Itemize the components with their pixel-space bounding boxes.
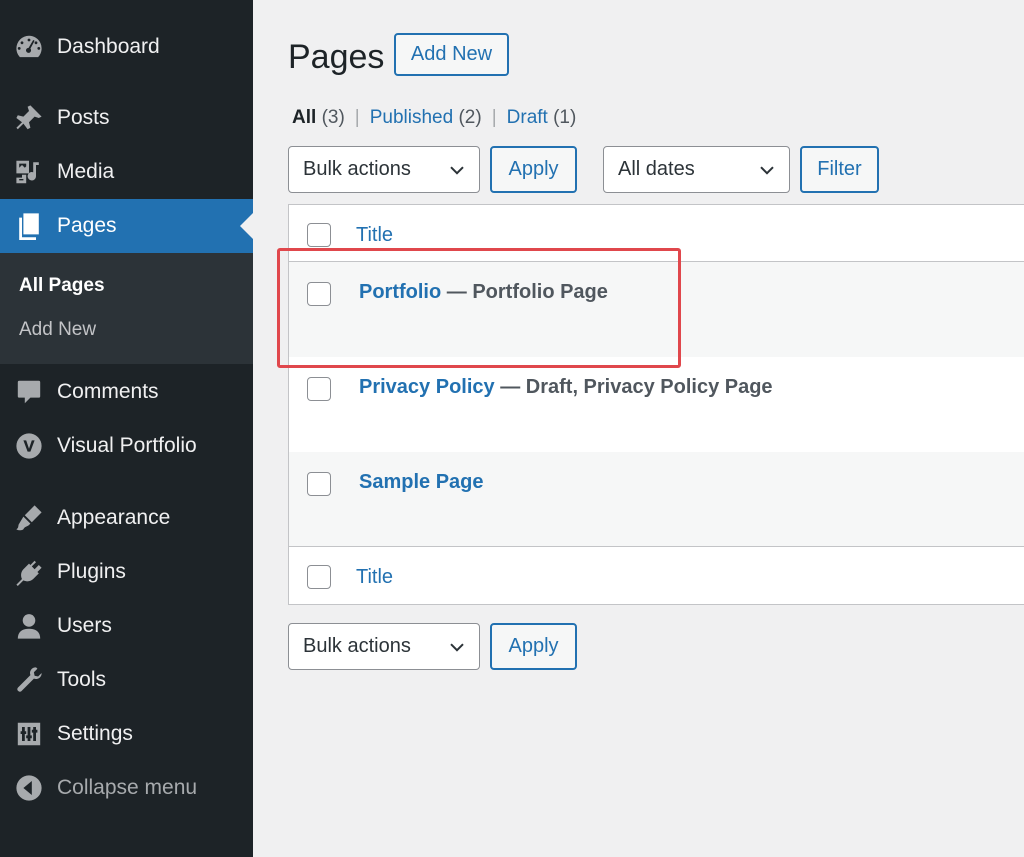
menu-label: Visual Portfolio — [57, 434, 197, 457]
pages-submenu: All Pages Add New — [0, 253, 253, 364]
filter-all[interactable]: All — [292, 107, 316, 129]
bulk-actions-value: Bulk actions — [303, 635, 411, 657]
collapse-arrow-icon — [14, 773, 44, 803]
menu-item-users[interactable]: Users — [0, 599, 253, 653]
menu-label: Users — [57, 614, 112, 637]
pages-icon — [14, 211, 44, 241]
menu-item-tools[interactable]: Tools — [0, 653, 253, 707]
page-title-link[interactable]: Sample Page — [359, 471, 484, 493]
menu-item-posts[interactable]: Posts — [0, 91, 253, 145]
menu-label: Collapse menu — [57, 776, 198, 799]
menu-label: Posts — [57, 106, 110, 129]
media-icon — [14, 157, 44, 187]
apply-button-bottom[interactable]: Apply — [490, 623, 577, 670]
menu-label: Tools — [57, 668, 107, 691]
filter-draft-count: (1) — [553, 107, 577, 128]
status-filter-links: All (3) | Published (2) | Draft (1) — [292, 107, 576, 129]
select-all-checkbox-footer[interactable] — [307, 565, 331, 589]
chevron-down-icon — [449, 161, 465, 177]
visual-portfolio-icon — [14, 431, 44, 461]
wrench-icon — [14, 665, 44, 695]
menu-label: Media — [57, 160, 115, 183]
filter-published[interactable]: Published — [370, 107, 453, 129]
row-title: Sample Page — [359, 471, 484, 494]
bulk-actions-select[interactable]: Bulk actions — [288, 146, 480, 193]
post-state: — Draft, Privacy Policy Page — [494, 376, 773, 398]
menu-item-comments[interactable]: Comments — [0, 365, 253, 419]
bulk-actions-select-bottom[interactable]: Bulk actions — [288, 623, 480, 670]
filter-button[interactable]: Filter — [800, 146, 879, 193]
add-new-button[interactable]: Add New — [394, 33, 509, 76]
filter-draft[interactable]: Draft — [507, 107, 548, 129]
chevron-down-icon — [449, 638, 465, 654]
column-title-sort[interactable]: Title — [356, 224, 393, 247]
dates-filter-value: All dates — [618, 158, 695, 180]
menu-item-pages[interactable]: Pages — [0, 199, 253, 253]
admin-sidebar: Dashboard Posts Media Pages All Pages Ad… — [0, 0, 253, 857]
comment-icon — [14, 377, 44, 407]
submenu-all-pages[interactable]: All Pages — [19, 275, 105, 297]
plugin-icon — [14, 557, 44, 587]
menu-label: Comments — [57, 380, 159, 403]
menu-label: Plugins — [57, 560, 126, 583]
submenu-add-new[interactable]: Add New — [19, 319, 96, 341]
row-checkbox[interactable] — [307, 472, 331, 496]
table-row: Portfolio — Portfolio Page — [289, 262, 1024, 357]
brush-icon — [14, 503, 44, 533]
main-content: Pages Add New All (3) | Published (2) | … — [253, 0, 1024, 857]
row-title: Privacy Policy — Draft, Privacy Policy P… — [359, 376, 773, 399]
menu-label: Dashboard — [57, 35, 160, 58]
table-footer-row: Title — [289, 547, 1024, 604]
filter-separator: | — [354, 107, 360, 128]
column-title-sort-footer[interactable]: Title — [356, 566, 393, 589]
menu-label: Appearance — [57, 506, 171, 529]
chevron-down-icon — [759, 161, 775, 177]
menu-label: Pages — [57, 214, 117, 237]
settings-sliders-icon — [14, 719, 44, 749]
table-row: Sample Page — [289, 452, 1024, 547]
pages-table: Title Portfolio — Portfolio Page Privacy… — [288, 204, 1024, 605]
user-icon — [14, 611, 44, 641]
row-checkbox[interactable] — [307, 377, 331, 401]
filter-published-count: (2) — [458, 107, 482, 128]
post-state: — Portfolio Page — [441, 281, 608, 303]
menu-item-settings[interactable]: Settings — [0, 707, 253, 761]
row-checkbox[interactable] — [307, 282, 331, 306]
menu-item-plugins[interactable]: Plugins — [0, 545, 253, 599]
menu-item-dashboard[interactable]: Dashboard — [0, 20, 253, 74]
page-title-link[interactable]: Privacy Policy — [359, 376, 495, 398]
row-title: Portfolio — Portfolio Page — [359, 281, 608, 304]
table-row: Privacy Policy — Draft, Privacy Policy P… — [289, 357, 1024, 452]
filter-separator: | — [491, 107, 497, 128]
apply-button[interactable]: Apply — [490, 146, 577, 193]
collapse-menu-button[interactable]: Collapse menu — [0, 761, 253, 815]
menu-item-appearance[interactable]: Appearance — [0, 491, 253, 545]
bulk-actions-value: Bulk actions — [303, 158, 411, 180]
page-title: Pages — [288, 38, 385, 76]
page-title-link[interactable]: Portfolio — [359, 281, 441, 303]
dates-filter-select[interactable]: All dates — [603, 146, 790, 193]
table-header-row: Title — [289, 205, 1024, 262]
menu-item-visual-portfolio[interactable]: Visual Portfolio — [0, 419, 253, 473]
menu-item-media[interactable]: Media — [0, 145, 253, 199]
select-all-checkbox[interactable] — [307, 223, 331, 247]
dashboard-icon — [14, 32, 44, 62]
pin-icon — [14, 103, 44, 133]
filter-all-count: (3) — [321, 107, 345, 128]
menu-label: Settings — [57, 722, 133, 745]
